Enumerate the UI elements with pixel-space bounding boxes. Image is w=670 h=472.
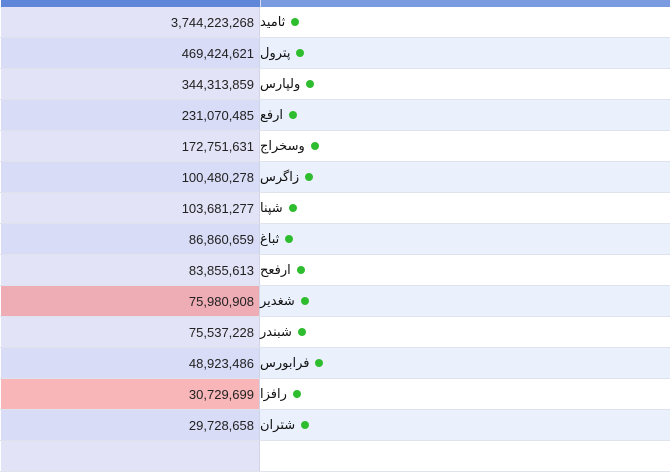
value-cell: 469,424,621 bbox=[1, 38, 260, 68]
value-cell: 75,537,228 bbox=[1, 317, 260, 347]
value-cell: 100,480,278 bbox=[1, 162, 260, 192]
table-row[interactable]: 172,751,631 وسخراج bbox=[0, 131, 670, 162]
value-cell: 29,728,658 bbox=[1, 410, 260, 440]
table-row[interactable]: 48,923,486 فرابورس bbox=[0, 348, 670, 379]
table-row[interactable]: 86,860,659 ثباغ bbox=[0, 224, 670, 255]
status-dot-icon bbox=[296, 49, 305, 57]
symbol-name: رافزا bbox=[260, 386, 287, 402]
value-cell: 231,070,485 bbox=[1, 100, 260, 130]
table-row[interactable]: 103,681,277 شپنا bbox=[0, 193, 670, 224]
symbol-label-group: ارفع bbox=[260, 107, 298, 123]
symbol-cell[interactable] bbox=[260, 441, 670, 471]
status-dot-icon bbox=[310, 142, 319, 150]
symbol-label-group: فرابورس bbox=[260, 355, 324, 371]
symbol-name: ثباغ bbox=[260, 231, 280, 247]
value-cell: 172,751,631 bbox=[1, 131, 260, 161]
value-cell: 75,980,908 bbox=[1, 286, 260, 316]
symbol-name: وسخراج bbox=[260, 138, 305, 154]
symbol-cell[interactable]: شبندر bbox=[260, 317, 670, 347]
symbol-name: ولپارس bbox=[260, 76, 301, 92]
symbol-label-group: شپنا bbox=[260, 201, 297, 216]
symbol-label-group: شبندر bbox=[260, 325, 306, 340]
symbol-name: فرابورس bbox=[260, 355, 310, 371]
status-dot-icon bbox=[291, 18, 300, 26]
symbol-label-group: پترول bbox=[260, 45, 305, 61]
table-row[interactable]: 3,744,223,268 ثامید bbox=[0, 7, 670, 38]
status-dot-icon bbox=[305, 173, 314, 181]
symbol-cell[interactable]: شپنا bbox=[260, 193, 670, 223]
symbol-label-group: شتران bbox=[260, 417, 310, 433]
symbol-label-group: وسخراج bbox=[260, 139, 319, 154]
symbol-label-group: ارفعح bbox=[260, 263, 305, 278]
symbol-name: شغدیر bbox=[260, 293, 295, 309]
symbol-name: ارفعح bbox=[260, 262, 291, 278]
status-dot-icon bbox=[300, 297, 309, 305]
symbol-name: پترول bbox=[260, 45, 291, 61]
status-dot-icon bbox=[285, 235, 294, 243]
symbol-cell[interactable]: وسخراج bbox=[260, 131, 670, 161]
value-cell: 83,855,613 bbox=[1, 255, 260, 285]
value-cell: 344,313,859 bbox=[1, 69, 260, 99]
symbol-label-group: زاگرس bbox=[260, 169, 314, 185]
symbol-label-group: شغدیر bbox=[260, 294, 309, 309]
table-row[interactable]: 29,728,658 شتران bbox=[0, 410, 670, 441]
data-table: 3,744,223,268 ثامید 469,424,621 پترول 344,31… bbox=[0, 0, 670, 472]
table-row[interactable]: 469,424,621 پترول bbox=[0, 38, 670, 69]
table-row[interactable] bbox=[0, 441, 670, 472]
table-row[interactable]: 231,070,485 ارفع bbox=[0, 100, 670, 131]
symbol-name: شتران bbox=[260, 417, 296, 433]
value-cell: 48,923,486 bbox=[1, 348, 260, 378]
header-value-column[interactable] bbox=[1, 0, 261, 7]
symbol-cell[interactable]: ولپارس bbox=[260, 69, 670, 99]
value-cell bbox=[1, 441, 260, 471]
table-row[interactable]: 344,313,859 ولپارس bbox=[0, 69, 670, 100]
table-row[interactable]: 30,729,699 رافزا bbox=[0, 379, 670, 410]
status-dot-icon bbox=[289, 111, 298, 119]
symbol-cell[interactable]: رافزا bbox=[260, 379, 670, 409]
status-dot-icon bbox=[301, 421, 310, 429]
table-row[interactable]: 75,980,908 شغدیر bbox=[0, 286, 670, 317]
status-dot-icon bbox=[288, 204, 297, 212]
status-dot-icon bbox=[306, 80, 315, 88]
symbol-name: ثامید bbox=[260, 14, 286, 30]
value-cell: 103,681,277 bbox=[1, 193, 260, 223]
symbol-cell[interactable]: ارفعح bbox=[260, 255, 670, 285]
symbol-label-group: ثباغ bbox=[260, 231, 294, 247]
status-dot-icon bbox=[292, 390, 301, 398]
status-dot-icon bbox=[296, 266, 305, 274]
symbol-label-group: ثامید bbox=[260, 14, 300, 30]
symbol-name: شپنا bbox=[260, 200, 283, 216]
value-cell: 86,860,659 bbox=[1, 224, 260, 254]
table-header bbox=[0, 0, 670, 7]
symbol-cell[interactable]: ثباغ bbox=[260, 224, 670, 254]
symbol-name: ارفع bbox=[260, 107, 284, 123]
symbol-cell[interactable]: ثامید bbox=[260, 7, 670, 37]
symbol-cell[interactable]: پترول bbox=[260, 38, 670, 68]
symbol-cell[interactable]: زاگرس bbox=[260, 162, 670, 192]
table-row[interactable]: 100,480,278 زاگرس bbox=[0, 162, 670, 193]
symbol-label-group: ولپارس bbox=[260, 76, 315, 92]
symbol-cell[interactable]: شغدیر bbox=[260, 286, 670, 316]
symbol-cell[interactable]: فرابورس bbox=[260, 348, 670, 378]
symbol-cell[interactable]: شتران bbox=[260, 410, 670, 440]
symbol-label-group: رافزا bbox=[260, 387, 301, 402]
table-body: 3,744,223,268 ثامید 469,424,621 پترول 344,31… bbox=[0, 7, 670, 472]
symbol-name: شبندر bbox=[260, 324, 292, 340]
table-row[interactable]: 83,855,613 ارفعح bbox=[0, 255, 670, 286]
table-row[interactable]: 75,537,228 شبندر bbox=[0, 317, 670, 348]
value-cell: 3,744,223,268 bbox=[1, 7, 260, 37]
value-cell: 30,729,699 bbox=[1, 379, 260, 409]
header-name-column[interactable] bbox=[261, 0, 670, 7]
status-dot-icon bbox=[297, 328, 306, 336]
status-dot-icon bbox=[315, 359, 324, 367]
symbol-cell[interactable]: ارفع bbox=[260, 100, 670, 130]
symbol-name: زاگرس bbox=[260, 169, 300, 185]
